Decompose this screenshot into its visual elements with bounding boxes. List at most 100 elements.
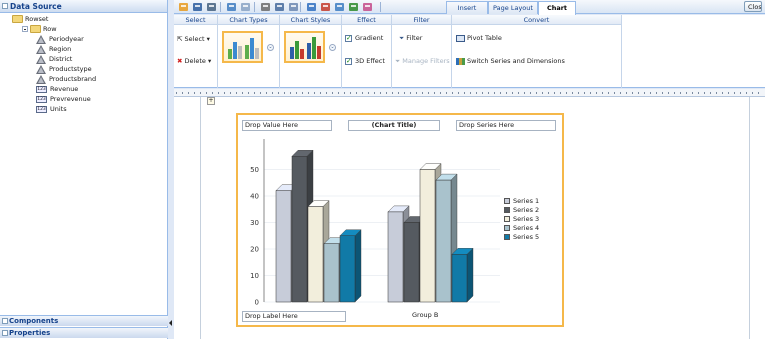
delete-icon: ✖: [177, 57, 183, 65]
report-page: + Drop Value Here (Chart Title) Drop Ser…: [200, 97, 750, 339]
components-header[interactable]: Components: [0, 315, 168, 326]
dimension-icon: [36, 54, 46, 64]
bar-chart-icon: [228, 38, 259, 59]
tab-chart[interactable]: Chart: [538, 1, 576, 15]
tree-item-prevrevenue[interactable]: 123 Prevrevenue: [0, 94, 167, 104]
chart-type-bar-thumbnail[interactable]: [222, 31, 263, 63]
y-tick-label: 40: [250, 193, 259, 201]
group-chart-styles: Chart Styles ⌄: [280, 15, 342, 88]
chart-component[interactable]: Drop Value Here (Chart Title) Drop Serie…: [236, 113, 564, 327]
collapse-toggle[interactable]: [2, 3, 8, 9]
legend-item: Series 2: [504, 206, 539, 214]
tree-item-rowset[interactable]: Rowset: [0, 14, 167, 24]
html-icon[interactable]: [334, 2, 345, 12]
legend-swatch: [504, 207, 510, 213]
folder-icon: [30, 25, 41, 33]
group-chart-types: Chart Types ⌄: [218, 15, 280, 88]
tree-item-periodyear[interactable]: Periodyear: [0, 34, 167, 44]
save-icon[interactable]: [192, 2, 203, 12]
close-button[interactable]: Close: [744, 1, 762, 12]
manage-filters-label: Manage Filters: [402, 57, 450, 65]
gradient-checkbox[interactable]: Gradient: [345, 34, 383, 43]
chart-style-thumbnail[interactable]: [284, 31, 325, 63]
drop-label-zone[interactable]: Drop Label Here: [242, 311, 346, 322]
group-b-label: Group B: [412, 311, 439, 319]
pivot-table-label: Pivot Table: [467, 34, 502, 42]
3d-effect-checkbox[interactable]: 3D Effect: [345, 57, 385, 66]
tree-item-district[interactable]: District: [0, 54, 167, 64]
excel-icon[interactable]: [348, 2, 359, 12]
undo-icon[interactable]: [226, 2, 237, 12]
chart-styles-dropdown[interactable]: ⌄: [329, 44, 336, 51]
properties-toggle[interactable]: [2, 330, 8, 336]
manage-filters-button[interactable]: ⏷ Manage Filters: [395, 57, 450, 66]
preview-icon[interactable]: [306, 2, 317, 12]
tab-insert[interactable]: Insert: [446, 1, 488, 14]
chart-types-dropdown[interactable]: ⌄: [267, 44, 274, 51]
legend-swatch: [504, 198, 510, 204]
move-handle-icon[interactable]: +: [207, 97, 215, 105]
group-chart-styles-title: Chart Styles: [280, 15, 341, 25]
save-as-icon[interactable]: [206, 2, 217, 12]
dimension-icon: [36, 34, 46, 44]
tree-item-productstype[interactable]: Productstype: [0, 64, 167, 74]
paste-icon[interactable]: [288, 2, 299, 12]
tree-item-label: Units: [50, 105, 67, 113]
cut-icon[interactable]: [260, 2, 271, 12]
redo-icon[interactable]: [240, 2, 251, 12]
legend-item: Series 3: [504, 215, 539, 223]
select-button[interactable]: ⇱ Select ▾: [177, 35, 210, 44]
tree-item-label: District: [49, 55, 73, 63]
new-icon[interactable]: [178, 2, 189, 12]
data-source-title: Data Source: [10, 2, 62, 11]
copy-icon[interactable]: [274, 2, 285, 12]
pivot-table-button[interactable]: Pivot Table: [456, 34, 502, 43]
properties-header[interactable]: Properties: [0, 327, 168, 338]
toolbar-separator: [220, 2, 221, 12]
tab-insert-label: Insert: [457, 4, 477, 12]
tree-item-label: Rowset: [25, 15, 49, 23]
chart-ribbon: Select ⇱ Select ▾ ✖ Delete ▾ Chart Types…: [174, 15, 765, 88]
tree-item-revenue[interactable]: 123 Revenue: [0, 84, 167, 94]
tree-item-productsbrand[interactable]: Productsbrand: [0, 74, 167, 84]
tab-page-layout[interactable]: Page Layout: [488, 1, 538, 14]
pointer-icon: ⇱: [177, 35, 183, 43]
delete-button[interactable]: ✖ Delete ▾: [177, 57, 211, 66]
y-tick-label: 30: [250, 219, 259, 227]
bar-series-5-g0[interactable]: [339, 229, 362, 303]
collapse-arrow-icon[interactable]: [169, 320, 172, 326]
tree-item-units[interactable]: 123 Units: [0, 104, 167, 114]
switch-series-label: Switch Series and Dimensions: [467, 57, 565, 65]
manage-filter-icon: ⏷: [395, 57, 401, 65]
tree-item-label: Periodyear: [49, 35, 84, 43]
group-filter: Filter ⏷ Filter ⏷ Manage Filters: [392, 15, 452, 88]
measure-icon: 123: [36, 105, 47, 113]
switch-series-button[interactable]: Switch Series and Dimensions: [456, 57, 565, 66]
rtf-icon[interactable]: [362, 2, 373, 12]
y-tick-label: 50: [250, 166, 259, 174]
toolbar-separator: [380, 2, 381, 12]
styled-bar-chart-icon: [290, 37, 321, 59]
tree-item-region[interactable]: Region: [0, 44, 167, 54]
dimension-icon: [36, 64, 46, 74]
filter-label: Filter: [406, 34, 423, 42]
bar-series-5-g1[interactable]: [451, 247, 474, 303]
tree-item-label: Productsbrand: [49, 75, 97, 83]
delete-label: Delete ▾: [184, 57, 212, 65]
measure-icon: 123: [36, 85, 47, 93]
data-source-header[interactable]: Data Source: [0, 0, 167, 13]
legend-label: Series 3: [513, 215, 540, 223]
tree-expander-icon[interactable]: [22, 26, 28, 32]
pdf-icon[interactable]: [320, 2, 331, 12]
tree-item-row[interactable]: Row: [0, 24, 167, 34]
group-effect-title: Effect: [342, 15, 391, 25]
components-toggle[interactable]: [2, 318, 8, 324]
group-select: Select ⇱ Select ▾ ✖ Delete ▾: [174, 15, 218, 88]
legend-label: Series 1: [513, 197, 540, 205]
filter-button[interactable]: ⏷ Filter: [399, 34, 422, 43]
toolbar-separator: [300, 2, 301, 12]
properties-title: Properties: [9, 329, 51, 337]
pivot-table-icon: [456, 34, 465, 42]
legend-item: Series 1: [504, 197, 539, 205]
legend-label: Series 5: [513, 233, 540, 241]
